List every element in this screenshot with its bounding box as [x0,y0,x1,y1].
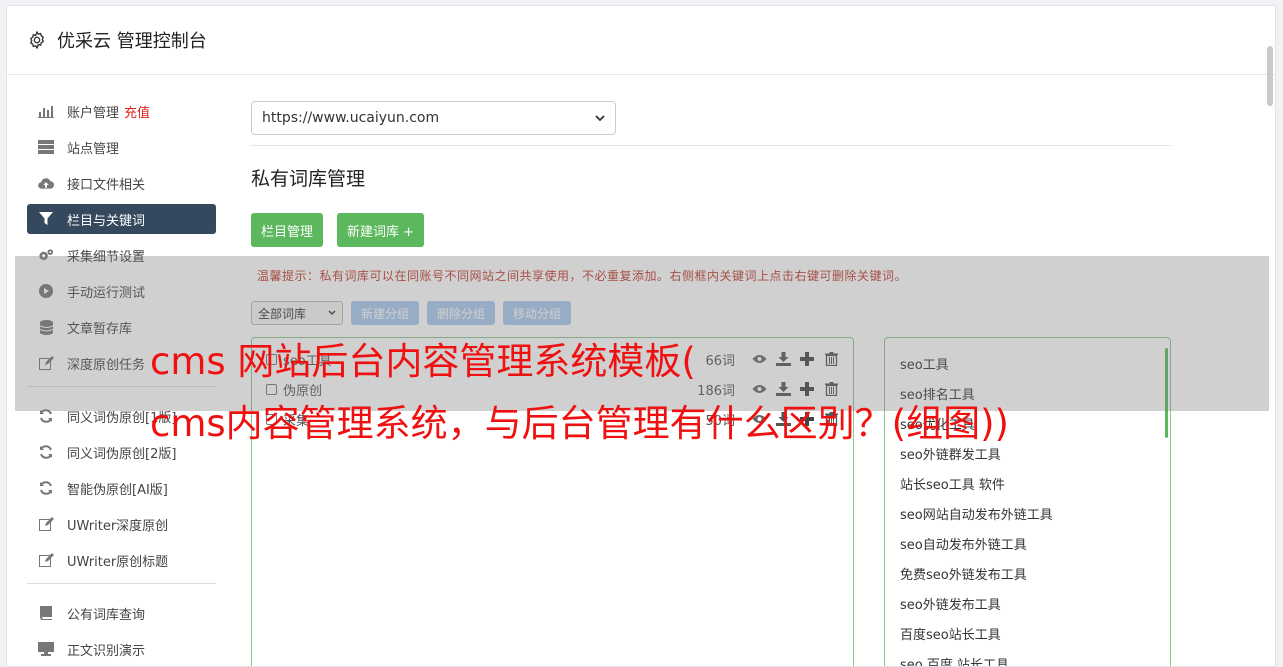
sidebar-divider [27,583,216,584]
server-icon [38,140,54,154]
site-select-value: https://www.ucaiyun.com [262,110,440,126]
overlay-title-line-2: cms内容管理系统，与后台管理有什么区别？(组图)) [150,402,1009,445]
sidebar-item-label: 正文识别演示 [67,643,146,659]
sidebar-item-label: UWriter深度原创 [67,518,169,534]
list-item[interactable]: 站长seo工具 软件 [885,468,1170,498]
site-select[interactable]: https://www.ucaiyun.com [251,101,616,135]
refresh-icon [38,409,54,423]
sidebar-item-text-recognition[interactable]: 正文识别演示 [27,634,216,664]
sidebar-item-label: 公有词库查询 [67,607,146,623]
list-item[interactable]: 百度seo站长工具 [885,618,1170,648]
list-item[interactable]: seo网站自动发布外链工具 [885,498,1170,528]
sidebar-item-label: 接口文件相关 [67,177,146,193]
gear-icon [29,30,45,50]
chevron-down-icon [595,114,605,121]
sidebar-item-columns-keywords[interactable]: 栏目与关键词 [27,204,216,234]
list-item[interactable]: 免费seo外链发布工具 [885,558,1170,588]
book-icon [38,606,54,620]
refresh-icon [38,481,54,495]
list-item[interactable]: seo自动发布外链工具 [885,528,1170,558]
sidebar-item-uwriter-deep[interactable]: UWriter深度原创 [27,509,216,539]
recharge-link[interactable]: 充值 [124,102,150,121]
monitor-icon [38,642,54,656]
sidebar-item-sites[interactable]: 站点管理 [27,132,216,162]
sidebar-item-label: 智能伪原创[AI版] [67,482,168,498]
list-item[interactable]: seo外链发布工具 [885,588,1170,618]
sidebar-item-ai-rewrite[interactable]: 智能伪原创[AI版] [27,473,216,503]
column-manage-button[interactable]: 栏目管理 [251,213,324,247]
console-title: 优采云 管理控制台 [57,31,207,52]
sidebar-item-label: 栏目与关键词 [67,213,146,229]
sidebar-item-account[interactable]: 账户管理 充值 [27,96,216,126]
bar-chart-icon [38,104,54,118]
edit-icon [38,553,54,567]
sidebar-item-label: 站点管理 [67,141,120,157]
refresh-icon [38,445,54,459]
cloud-upload-icon [38,176,54,190]
overlay-title-line-1: cms 网站后台内容管理系统模板( [150,340,696,383]
sidebar-item-uwriter-title[interactable]: UWriter原创标题 [27,545,216,575]
list-item[interactable]: seo 百度 站长工具 [885,648,1170,667]
page-title: 私有词库管理 [251,168,366,190]
divider [251,145,1171,146]
sidebar-item-public-library[interactable]: 公有词库查询 [27,598,216,628]
page-scrollbar[interactable] [1267,46,1273,106]
new-library-button[interactable]: 新建词库 + [337,213,425,247]
action-buttons: 栏目管理 新建词库 + [251,213,1171,247]
sidebar-item-interface-files[interactable]: 接口文件相关 [27,168,216,198]
console-header: 优采云 管理控制台 [7,6,1275,75]
filter-icon [38,212,54,226]
sidebar-item-label: 账户管理 [67,105,120,121]
sidebar-item-label: UWriter原创标题 [67,554,169,570]
edit-icon [38,517,54,531]
